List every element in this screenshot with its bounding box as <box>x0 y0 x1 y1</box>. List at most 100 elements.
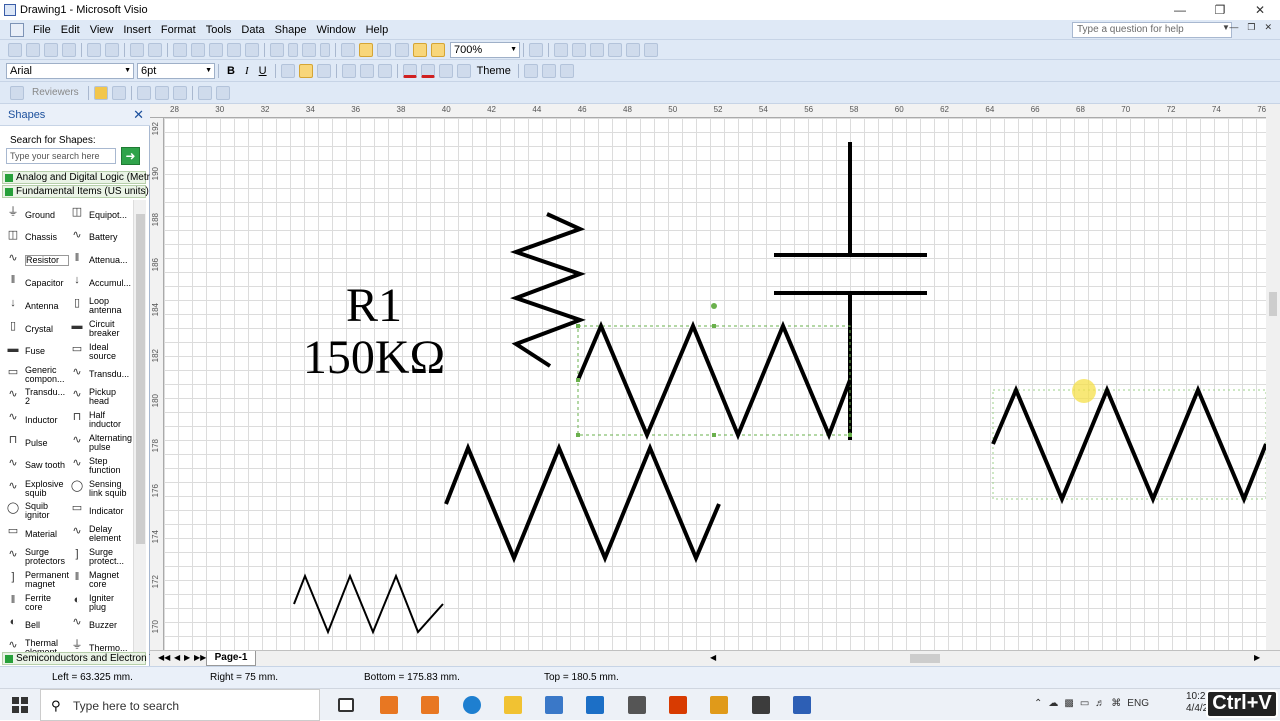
drawing-canvas[interactable]: R1 150KΩ <box>164 118 1266 650</box>
ink-icon[interactable] <box>197 85 212 100</box>
menu-view[interactable]: View <box>85 24 119 36</box>
font-combo[interactable]: Arial ▼ <box>6 62 134 79</box>
shape-item[interactable]: ◫ Equipot... <box>68 204 133 226</box>
zoom-combo[interactable]: 700% ▼ <box>450 41 520 58</box>
stencil-fundamental-items[interactable]: Fundamental Items (US units) <box>2 185 149 198</box>
shape-item[interactable]: ⊓ Pulse <box>4 432 69 454</box>
copy-icon[interactable] <box>191 42 205 57</box>
bold-button[interactable]: B <box>222 65 240 77</box>
undo-icon[interactable] <box>270 42 284 57</box>
shape-item[interactable]: ∿ Buzzer <box>68 614 133 636</box>
close-icon[interactable]: ✕ <box>133 107 144 123</box>
doc-minimize-button[interactable]: — <box>1229 22 1238 33</box>
permission-icon[interactable] <box>62 42 76 57</box>
shape-item[interactable]: ‖ Attenua... <box>68 250 133 272</box>
shapes-scrollbar[interactable] <box>133 200 146 656</box>
underline-button[interactable]: U <box>254 65 272 77</box>
shape-item[interactable]: ] Permanent magnet <box>4 569 69 591</box>
connection-point-icon[interactable] <box>413 42 427 57</box>
track-markup-icon[interactable] <box>136 85 151 100</box>
file-explorer-icon[interactable] <box>504 696 522 714</box>
fill-color-icon[interactable] <box>438 63 453 78</box>
document-icon[interactable] <box>10 22 24 37</box>
ellipse-tool-icon[interactable] <box>572 42 586 57</box>
theme-icon[interactable] <box>456 63 471 78</box>
delete-icon[interactable] <box>227 42 241 57</box>
shape-item[interactable]: ▭ Ideal source <box>68 341 133 363</box>
menu-edit[interactable]: Edit <box>56 24 85 36</box>
connector-tool-icon[interactable] <box>377 42 391 57</box>
windows-start-icon[interactable] <box>12 697 28 713</box>
new-icon[interactable] <box>8 42 22 57</box>
markup-overlay-icon[interactable] <box>215 85 230 100</box>
vertical-scrollbar[interactable] <box>1266 104 1280 650</box>
italic-button[interactable]: I <box>240 65 254 77</box>
shape-item[interactable]: ▯ Loop antenna <box>68 295 133 317</box>
resistor-lower[interactable] <box>444 442 721 564</box>
font-color-icon[interactable] <box>402 63 417 78</box>
scroll-left-icon[interactable]: ◀ <box>710 653 716 662</box>
format-painter-icon[interactable] <box>245 42 259 57</box>
shape-item[interactable]: ∿ Transdu... <box>68 364 133 386</box>
new-comment-icon[interactable] <box>93 85 108 100</box>
menu-window[interactable]: Window <box>311 24 360 36</box>
freeform-tool-icon[interactable] <box>626 42 640 57</box>
shape-item[interactable]: ∿ Alternating pulse <box>68 432 133 454</box>
capacitor-symbol[interactable] <box>774 142 927 440</box>
menu-tools[interactable]: Tools <box>201 24 237 36</box>
menu-format[interactable]: Format <box>156 24 201 36</box>
app-v-icon[interactable] <box>710 696 728 714</box>
shape-item[interactable]: ‖ Capacitor <box>4 272 69 294</box>
next-page-icon[interactable]: ▶ <box>184 653 190 662</box>
shape-item[interactable]: ◐ Bell <box>4 614 69 636</box>
shape-item[interactable]: ∿ Resistor <box>4 250 69 272</box>
undo-dropdown-icon[interactable] <box>288 42 298 57</box>
app-orange-icon[interactable] <box>380 696 398 714</box>
close-button[interactable]: ✕ <box>1240 0 1280 20</box>
cut-icon[interactable] <box>173 42 187 57</box>
line-pattern-icon[interactable] <box>541 63 556 78</box>
show-markup-icon[interactable] <box>154 85 169 100</box>
shape-item[interactable]: ∿ Transdu... 2 <box>4 386 69 408</box>
open-icon[interactable] <box>26 42 40 57</box>
shape-item[interactable]: ↓ Accumul... <box>68 272 133 294</box>
shape-item[interactable]: ◯ Squib ignitor <box>4 500 69 522</box>
shape-item[interactable]: ∿ Battery <box>68 227 133 249</box>
shape-item[interactable]: ◯ Sensing link squib <box>68 478 133 500</box>
doc-close-button[interactable]: ✕ <box>1264 22 1272 33</box>
shape-item[interactable]: ‖ Magnet core <box>68 569 133 591</box>
resistor-vertical[interactable] <box>509 212 586 368</box>
shape-item[interactable]: ∿ Saw tooth <box>4 455 69 477</box>
shape-item[interactable]: ▭ Material <box>4 523 69 545</box>
font-size-combo[interactable]: 6pt ▼ <box>137 62 215 79</box>
redo-dropdown-icon[interactable] <box>320 42 330 57</box>
network-icon[interactable]: ▩ <box>1064 698 1073 709</box>
shape-item[interactable]: ▭ Generic compon... <box>4 364 69 386</box>
shape-item[interactable]: ◐ Igniter plug <box>68 592 133 614</box>
wifi-icon[interactable]: ⌘ <box>1111 698 1121 709</box>
reviewing-pane-icon[interactable] <box>10 85 24 100</box>
print-icon[interactable] <box>87 42 101 57</box>
taskbar-search[interactable]: ⚲ Type here to search <box>40 689 320 721</box>
line-ends-icon[interactable] <box>559 63 574 78</box>
volume-icon[interactable]: ♬ <box>1095 698 1105 709</box>
shape-item[interactable]: ∿ Delay element <box>68 523 133 545</box>
shape-item[interactable]: ▬ Fuse <box>4 341 69 363</box>
shape-item[interactable]: ∿ Step function <box>68 455 133 477</box>
line-color-icon[interactable] <box>420 63 435 78</box>
mail-icon[interactable] <box>586 696 604 714</box>
edge-icon[interactable] <box>463 696 481 714</box>
pointer-tool-icon[interactable] <box>359 42 373 57</box>
menu-help[interactable]: Help <box>361 24 394 36</box>
menu-insert[interactable]: Insert <box>118 24 156 36</box>
stencil-analog-digital[interactable]: Analog and Digital Logic (Metric) <box>2 171 161 184</box>
rectangle-tool-icon[interactable] <box>554 42 568 57</box>
arc-tool-icon[interactable] <box>608 42 622 57</box>
menu-data[interactable]: Data <box>236 24 269 36</box>
align-left-icon[interactable] <box>280 63 295 78</box>
shapes-window-icon[interactable] <box>341 42 355 57</box>
scroll-right-icon[interactable]: ▶ <box>1254 653 1260 662</box>
redo-icon[interactable] <box>302 42 316 57</box>
shape-item[interactable]: ∿ Surge protectors <box>4 546 69 568</box>
shape-item[interactable]: ◫ Chassis <box>4 227 69 249</box>
